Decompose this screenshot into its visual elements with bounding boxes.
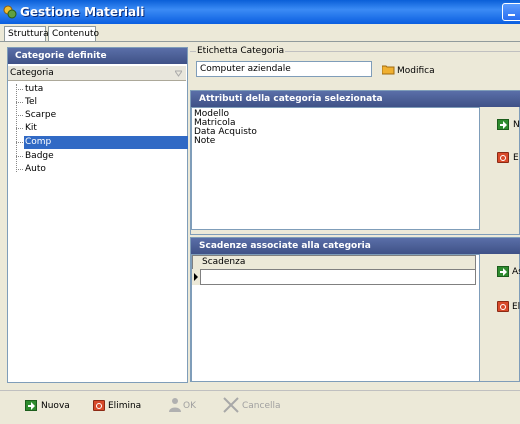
tab-divider — [0, 41, 520, 42]
row-pointer-icon — [194, 273, 198, 281]
tab-struttura-label: Struttura — [8, 29, 49, 39]
category-item-scarpe[interactable]: Scarpe — [16, 109, 187, 122]
category-label: Tel — [25, 97, 38, 107]
delete-category-label: Elimina — [108, 401, 142, 411]
attributes-header: Attributi della categoria selezionata — [191, 91, 520, 107]
category-item-kit[interactable]: Kit — [16, 122, 187, 135]
category-label: Kit — [25, 123, 37, 133]
tab-struttura[interactable]: Struttura — [4, 26, 49, 41]
add-deadline-button[interactable]: As — [497, 265, 520, 279]
folder-icon — [382, 65, 395, 75]
category-item-comp[interactable]: Comp — [16, 136, 188, 149]
category-label: tuta — [25, 84, 44, 94]
delete-attribute-label: E — [513, 153, 519, 163]
label-group-title: Etichetta Categoria — [196, 46, 286, 56]
deadline-new-row[interactable] — [192, 269, 476, 285]
new-attribute-label: N — [513, 120, 520, 130]
ok-label: OK — [183, 401, 196, 411]
sort-icon — [175, 70, 182, 77]
delete-icon — [497, 301, 509, 312]
tab-contenuto-label: Contenuto — [52, 29, 100, 39]
arrow-right-icon — [25, 400, 37, 411]
tab-contenuto[interactable]: Contenuto — [48, 26, 100, 41]
app-icon — [3, 5, 17, 19]
category-item-tel[interactable]: Tel — [16, 96, 187, 109]
title-bar: Gestione Materiali — [0, 0, 520, 24]
deadline-column-label: Scadenza — [202, 257, 246, 267]
ok-button[interactable]: OK — [168, 397, 202, 413]
delete-icon — [497, 152, 509, 163]
delete-deadline-label: El — [512, 302, 520, 312]
category-item-badge[interactable]: Badge — [16, 150, 187, 163]
categories-header: Categorie definite — [8, 48, 187, 64]
category-column-header[interactable]: Categoria — [8, 66, 186, 81]
modify-button[interactable]: Modifica — [382, 63, 438, 77]
new-attribute-button[interactable]: N — [497, 118, 520, 132]
new-category-button[interactable]: Nuova — [25, 399, 73, 413]
delete-icon — [93, 400, 105, 411]
deadlines-header: Scadenze associate alla categoria — [191, 238, 520, 254]
category-label: Scarpe — [25, 110, 57, 120]
window-title: Gestione Materiali — [20, 5, 145, 19]
attribute-item[interactable]: Note — [194, 137, 215, 146]
arrow-right-icon — [497, 266, 509, 277]
add-deadline-label: As — [512, 267, 520, 277]
category-label: Badge — [25, 151, 54, 161]
category-label-field[interactable]: Computer aziendale — [196, 61, 372, 77]
category-label: Auto — [25, 164, 46, 174]
modify-label: Modifica — [397, 66, 435, 76]
close-icon — [223, 397, 239, 413]
cancel-button[interactable]: Cancella — [222, 396, 282, 414]
minimize-button[interactable] — [502, 3, 520, 21]
row-selector[interactable] — [192, 269, 201, 285]
category-column-label: Categoria — [10, 68, 54, 78]
category-item-auto[interactable]: Auto — [16, 163, 187, 176]
deadline-column-header[interactable]: Scadenza — [192, 255, 476, 270]
delete-category-button[interactable]: Elimina — [93, 399, 141, 413]
delete-attribute-button[interactable]: E — [497, 151, 520, 165]
new-category-label: Nuova — [41, 401, 70, 411]
delete-deadline-button[interactable]: El — [497, 300, 520, 314]
category-item-tuta[interactable]: tuta — [16, 83, 187, 96]
user-icon — [169, 398, 181, 412]
arrow-right-icon — [497, 119, 509, 130]
cancel-label: Cancella — [242, 401, 281, 411]
category-label: Comp — [24, 136, 188, 149]
